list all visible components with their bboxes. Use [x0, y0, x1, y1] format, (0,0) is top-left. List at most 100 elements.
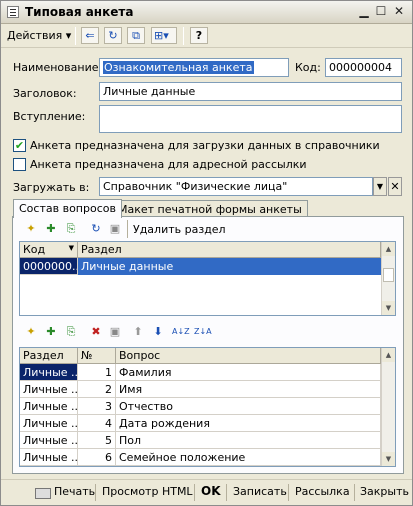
- bottom-separator: [226, 484, 227, 501]
- add-question-icon[interactable]: ✦: [23, 324, 39, 340]
- name-label: Наименование:: [13, 61, 103, 74]
- arrow-down-icon[interactable]: ⬇: [150, 324, 166, 340]
- intro-field[interactable]: [99, 105, 402, 133]
- section-name-cell[interactable]: Личные данные: [78, 258, 381, 275]
- delete-section-button[interactable]: Удалить раздел: [133, 223, 226, 236]
- load-to-label: Загружать в:: [13, 181, 90, 194]
- question-number-cell[interactable]: 1: [78, 364, 116, 381]
- scroll-thumb[interactable]: [383, 268, 394, 282]
- scroll-down-icon[interactable]: ▼: [382, 452, 395, 466]
- question-text-cell[interactable]: Фамилия: [116, 364, 381, 381]
- bottom-separator: [354, 484, 355, 501]
- ok-button[interactable]: OK: [201, 484, 221, 498]
- question-number-cell[interactable]: 6: [78, 449, 116, 466]
- question-number-cell[interactable]: 3: [78, 398, 116, 415]
- window: Типовая анкета ▁ ☐ ✕ Действия ▾ ⇐ ↻ ⧉ ⊞▾…: [0, 0, 413, 506]
- save-question-icon[interactable]: ▣: [107, 324, 123, 340]
- sections-scrollbar[interactable]: ▲ ▼: [381, 242, 395, 315]
- question-text-cell[interactable]: Отчество: [116, 398, 381, 415]
- add-subquestion-icon[interactable]: ✚: [43, 324, 59, 340]
- clear-icon[interactable]: ✕: [388, 177, 402, 196]
- code-field[interactable]: 000000004: [325, 58, 402, 77]
- intro-label: Вступление:: [13, 110, 86, 123]
- question-section-cell[interactable]: Личные ...: [20, 381, 78, 398]
- question-text-cell[interactable]: Дата рождения: [116, 415, 381, 432]
- mailing-checkbox[interactable]: [13, 158, 26, 171]
- actions-menu[interactable]: Действия ▾: [7, 29, 71, 42]
- arrow-left-icon[interactable]: ⇐: [81, 27, 99, 44]
- refresh-icon[interactable]: ↻: [104, 27, 122, 44]
- add-subsection-icon[interactable]: ✚: [43, 221, 59, 237]
- copy-section-icon[interactable]: ⎘: [63, 221, 79, 237]
- mailing-button[interactable]: Рассылка: [295, 485, 350, 498]
- column-header-code[interactable]: Код ▼: [20, 242, 78, 258]
- toolbar: Действия ▾ ⇐ ↻ ⧉ ⊞▾ ?: [1, 24, 412, 48]
- question-section-cell[interactable]: Личные ...: [20, 415, 78, 432]
- header-field[interactable]: Личные данные: [99, 82, 402, 101]
- scroll-up-icon[interactable]: ▲: [382, 348, 395, 362]
- column-header-section[interactable]: Раздел: [20, 348, 78, 364]
- tab-questions[interactable]: Состав вопросов: [13, 199, 122, 218]
- column-header-number[interactable]: №: [78, 348, 116, 364]
- maximize-icon[interactable]: ☐: [374, 5, 388, 19]
- question-section-cell[interactable]: Личные ...: [20, 398, 78, 415]
- question-number-cell[interactable]: 2: [78, 381, 116, 398]
- question-text-cell[interactable]: Имя: [116, 381, 381, 398]
- minimize-icon[interactable]: ▁: [357, 5, 371, 19]
- code-label: Код:: [295, 61, 321, 74]
- window-title: Типовая анкета: [25, 5, 134, 19]
- scroll-up-icon[interactable]: ▲: [382, 242, 395, 256]
- section-code-cell[interactable]: 0000000...: [20, 258, 78, 275]
- questions-grid[interactable]: Раздел № Вопрос Личные ... 1 Фамилия Личные…: [19, 347, 396, 467]
- directory-checkbox-label: Анкета предназначена для загрузки данных…: [30, 139, 380, 152]
- bottom-separator: [288, 484, 289, 501]
- directory-checkbox[interactable]: ✔: [13, 139, 26, 152]
- toolbar-separator: [183, 27, 184, 45]
- arrow-up-icon[interactable]: ⬆: [130, 324, 146, 340]
- question-number-cell[interactable]: 4: [78, 415, 116, 432]
- refresh-section-icon[interactable]: ↻: [88, 221, 104, 237]
- name-field[interactable]: Ознакомительная анкета: [99, 58, 289, 77]
- question-number-cell[interactable]: 5: [78, 432, 116, 449]
- bottom-separator: [194, 484, 195, 501]
- question-section-cell[interactable]: Личные ...: [20, 432, 78, 449]
- save-button[interactable]: Записать: [233, 485, 287, 498]
- toolbar-separator: [75, 27, 76, 45]
- bottom-bar: Печать Просмотр HTML OK Записать Рассылк…: [1, 479, 412, 505]
- structure-dropdown-icon[interactable]: ⊞▾: [151, 27, 177, 44]
- name-value: Ознакомительная анкета: [103, 61, 254, 74]
- help-icon[interactable]: ?: [190, 27, 208, 44]
- form-icon: [7, 6, 19, 18]
- load-to-field[interactable]: Справочник "Физические лица": [99, 177, 373, 196]
- questions-scrollbar[interactable]: ▲ ▼: [381, 348, 395, 466]
- save-section-icon[interactable]: ▣: [107, 221, 123, 237]
- chevron-down-icon[interactable]: ▼: [373, 177, 387, 196]
- copy-question-icon[interactable]: ⎘: [63, 324, 79, 340]
- toolbar-separator: [127, 220, 128, 238]
- question-section-cell[interactable]: Личные ...: [20, 449, 78, 466]
- column-header-code-label: Код: [23, 243, 46, 256]
- printer-icon[interactable]: [35, 488, 51, 499]
- header-label: Заголовок:: [13, 87, 77, 100]
- close-button[interactable]: Закрыть: [360, 485, 409, 498]
- sort-icon: ▼: [68, 244, 74, 252]
- delete-question-icon[interactable]: ✖: [88, 324, 104, 340]
- close-icon[interactable]: ✕: [392, 5, 406, 19]
- title-bar[interactable]: Типовая анкета ▁ ☐ ✕: [1, 1, 412, 24]
- bottom-separator: [95, 484, 96, 501]
- sort-ascending-icon[interactable]: A↓Z: [172, 324, 190, 340]
- sort-descending-icon[interactable]: Z↓A: [194, 324, 212, 340]
- mailing-checkbox-label: Анкета предназначена для адресной рассыл…: [30, 158, 307, 171]
- print-button[interactable]: Печать: [54, 485, 95, 498]
- tab-panel: ✦ ✚ ⎘ ↻ ▣ Удалить раздел Код ▼ Раздел 000…: [12, 216, 404, 474]
- question-section-cell[interactable]: Личные ...: [20, 364, 78, 381]
- column-header-section[interactable]: Раздел: [78, 242, 381, 258]
- column-header-question[interactable]: Вопрос: [116, 348, 381, 364]
- sections-grid[interactable]: Код ▼ Раздел 0000000... Личные данные ▲ ▼: [19, 241, 396, 316]
- html-preview-button[interactable]: Просмотр HTML: [102, 485, 193, 498]
- add-section-icon[interactable]: ✦: [23, 221, 39, 237]
- copy-icon[interactable]: ⧉: [127, 27, 145, 44]
- question-text-cell[interactable]: Пол: [116, 432, 381, 449]
- question-text-cell[interactable]: Семейное положение: [116, 449, 381, 466]
- scroll-down-icon[interactable]: ▼: [382, 301, 395, 315]
